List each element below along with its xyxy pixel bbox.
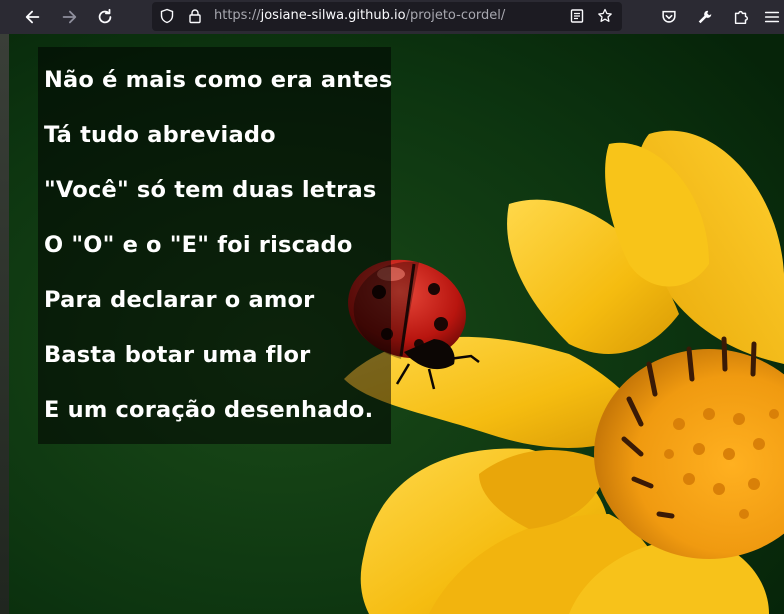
reader-view-icon[interactable]	[568, 7, 586, 25]
window-edge	[0, 34, 9, 614]
browser-toolbar: https://josiane-silwa.github.io/projeto-…	[0, 0, 784, 34]
puzzle-icon[interactable]	[729, 5, 753, 29]
url-bar[interactable]: https://josiane-silwa.github.io/projeto-…	[152, 2, 622, 31]
page-viewport: Não é mais como era antes Tá tudo abrevi…	[9, 34, 784, 614]
lock-icon[interactable]	[186, 7, 204, 25]
poem-line: O "O" e o "E" foi riscado	[44, 232, 353, 258]
url-text[interactable]: https://josiane-silwa.github.io/projeto-…	[214, 8, 505, 23]
pocket-icon[interactable]	[657, 5, 681, 29]
poem-line: "Você" só tem duas letras	[44, 177, 377, 203]
url-host: josiane-silwa.github.io	[260, 8, 406, 23]
poem-line: Basta botar uma flor	[44, 342, 311, 368]
poem-line: Tá tudo abreviado	[44, 122, 276, 148]
url-prefix: https://	[214, 8, 261, 23]
poem-line: Para declarar o amor	[44, 287, 315, 313]
shield-icon[interactable]	[158, 7, 176, 25]
poem-box: Não é mais como era antes Tá tudo abrevi…	[38, 47, 393, 444]
arrow-right-icon[interactable]	[57, 5, 81, 29]
poem-line: Não é mais como era antes	[44, 67, 393, 93]
poem-line: E um coração desenhado.	[44, 397, 374, 423]
wrench-icon[interactable]	[693, 5, 717, 29]
star-icon[interactable]	[596, 7, 614, 25]
hamburger-menu-icon[interactable]	[760, 5, 784, 29]
reload-icon[interactable]	[93, 5, 117, 29]
url-path: /projeto-cordel/	[405, 8, 506, 23]
arrow-left-icon[interactable]	[21, 5, 45, 29]
